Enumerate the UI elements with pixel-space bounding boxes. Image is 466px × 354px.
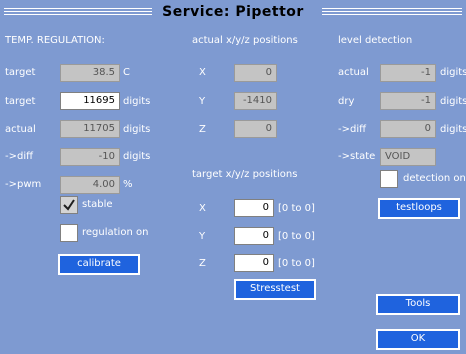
actual-z-value: 0	[234, 120, 277, 138]
temp-target-celsius-unit: C	[123, 67, 130, 78]
temp-actual-label: actual	[5, 124, 36, 135]
level-state-label: ->state	[338, 151, 376, 162]
target-z-range: [0 to 0]	[278, 258, 315, 269]
window-title: Service: Pipettor	[156, 4, 310, 20]
target-z-label: Z	[199, 258, 206, 269]
temp-target-digits-label: target	[5, 96, 36, 107]
detection-checkbox[interactable]	[380, 170, 398, 188]
temp-regulation-heading: TEMP. REGULATION:	[5, 35, 105, 46]
level-actual-label: actual	[338, 67, 369, 78]
ok-button[interactable]: OK	[376, 329, 460, 350]
detection-label: detection on	[403, 173, 466, 184]
target-positions-heading: target x/y/z positions	[192, 169, 298, 180]
temp-actual-value: 11705	[60, 120, 120, 138]
stresstest-button[interactable]: Stresstest	[234, 279, 316, 300]
target-x-field[interactable]: 0	[234, 199, 274, 217]
temp-target-digits-field[interactable]: 11695	[60, 92, 120, 110]
actual-y-label: Y	[199, 96, 206, 107]
actual-y-value: -1410	[234, 92, 277, 110]
target-y-range: [0 to 0]	[278, 231, 315, 242]
regulation-checkbox[interactable]	[60, 224, 78, 242]
level-diff-value: 0	[380, 120, 436, 138]
level-dry-value: -1	[380, 92, 436, 110]
level-actual-unit: digits	[440, 67, 466, 78]
temp-target-celsius-value: 38.5	[60, 64, 120, 82]
temp-pwm-value: 4.00	[60, 176, 120, 194]
temp-diff-label: ->diff	[5, 151, 34, 162]
actual-z-label: Z	[199, 124, 206, 135]
temp-target-label: target	[5, 67, 36, 78]
level-state-value: VOID	[380, 148, 436, 166]
stable-checkbox[interactable]	[60, 196, 78, 214]
temp-diff-unit: digits	[123, 151, 151, 162]
tools-button[interactable]: Tools	[376, 294, 460, 315]
temp-actual-unit: digits	[123, 124, 151, 135]
temp-pwm-label: ->pwm	[5, 179, 42, 190]
title-bar: Service: Pipettor	[0, 4, 466, 20]
target-z-field[interactable]: 0	[234, 254, 274, 272]
regulation-label: regulation on	[82, 227, 149, 238]
target-y-label: Y	[199, 231, 206, 242]
actual-positions-heading: actual x/y/z positions	[192, 35, 298, 46]
checkmark-icon	[63, 199, 75, 211]
actual-x-value: 0	[234, 64, 277, 82]
testloops-button[interactable]: testloops	[378, 198, 460, 219]
level-detection-heading: level detection	[338, 35, 413, 46]
target-y-field[interactable]: 0	[234, 227, 274, 245]
temp-target-digits-unit: digits	[123, 96, 151, 107]
level-dry-unit: digits	[440, 96, 466, 107]
target-x-range: [0 to 0]	[278, 203, 315, 214]
level-diff-unit: digits	[440, 124, 466, 135]
temp-diff-value: -10	[60, 148, 120, 166]
calibrate-button[interactable]: calibrate	[58, 254, 140, 275]
actual-x-label: X	[199, 67, 206, 78]
temp-pwm-unit: %	[123, 179, 133, 190]
level-dry-label: dry	[338, 96, 355, 107]
target-x-label: X	[199, 203, 206, 214]
level-actual-value: -1	[380, 64, 436, 82]
stable-label: stable	[82, 199, 113, 210]
level-diff-label: ->diff	[338, 124, 367, 135]
